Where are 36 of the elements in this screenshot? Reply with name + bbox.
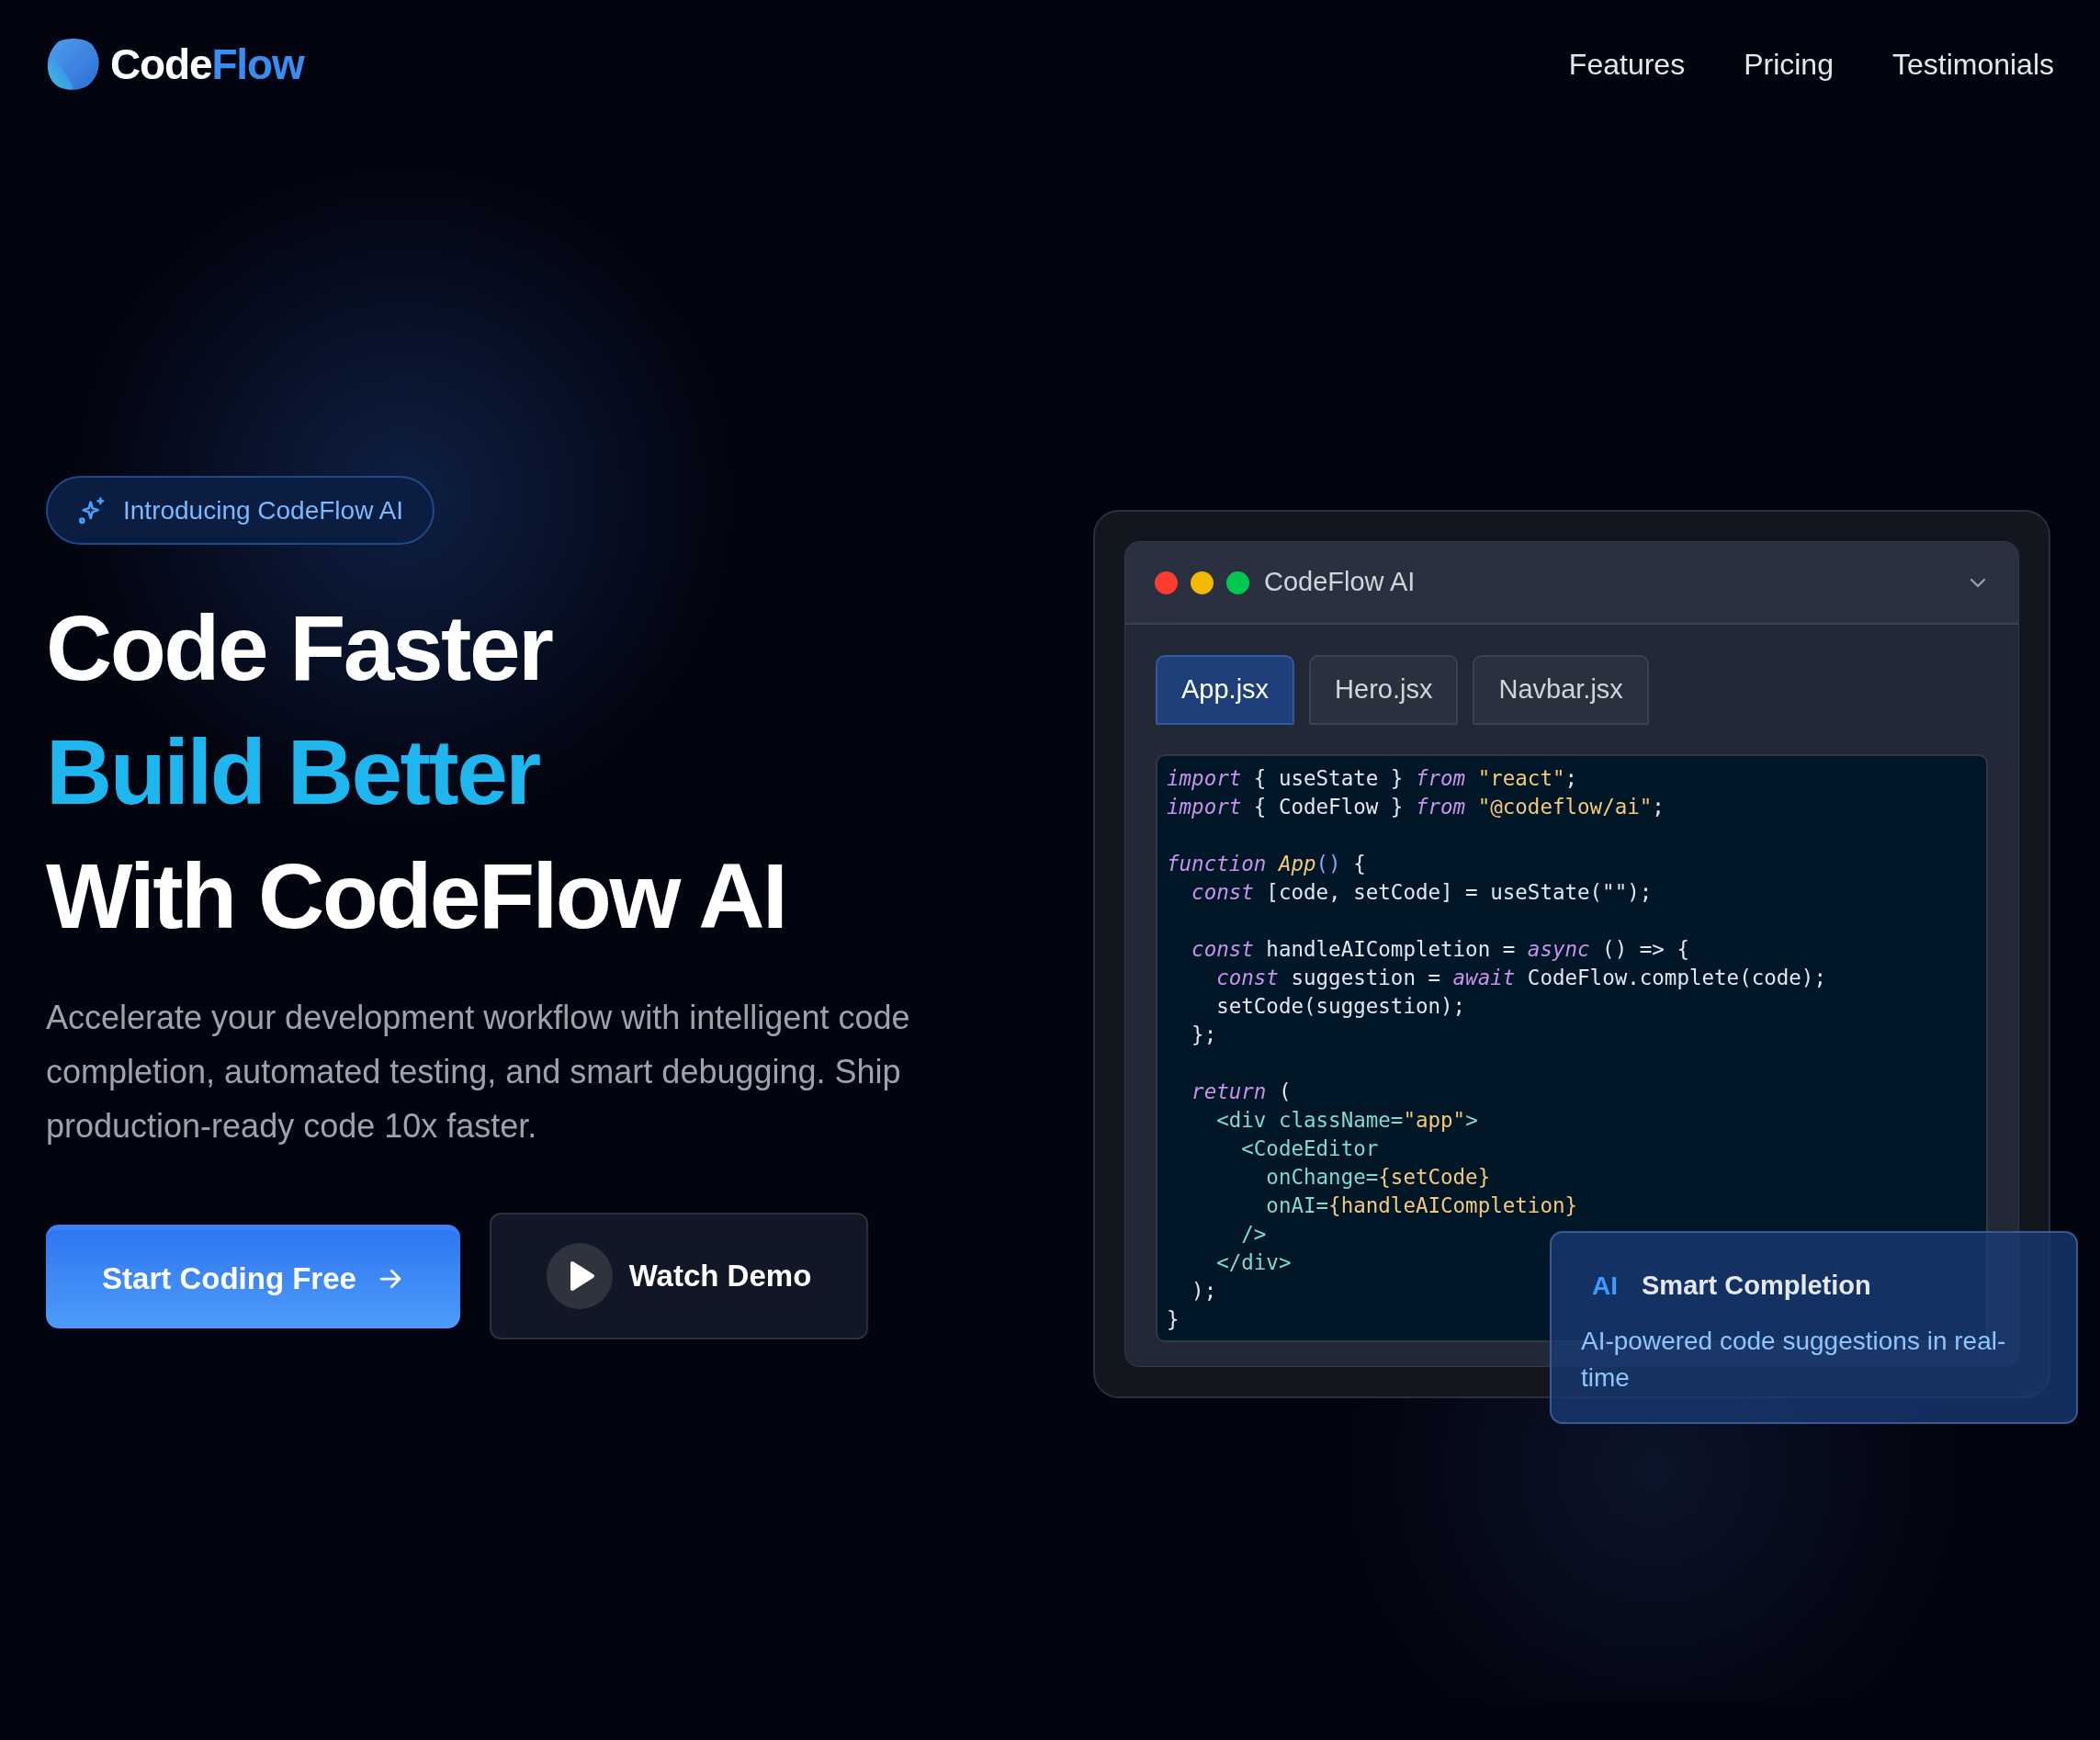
nav-link[interactable]: Features xyxy=(1568,42,1686,86)
ai-label: AI xyxy=(1592,1270,1618,1302)
code-line: }; xyxy=(1191,1022,1217,1048)
hero-description: Accelerate your development workflow with intelligent code completion, automated testing, and smart debugging. Ship production-ready code 10x faster. xyxy=(46,998,911,1147)
sparkle-icon xyxy=(77,495,107,525)
code-line: } xyxy=(1167,1306,1180,1333)
code-line: onChange={setCode} xyxy=(1265,1164,1491,1191)
code-line: function App() { xyxy=(1167,851,1366,877)
nav-link[interactable]: Testimonials xyxy=(1891,42,2054,86)
code-line: const suggestion = await CodeFlow.complete(code); xyxy=(1215,965,1826,991)
code-line: </div> xyxy=(1215,1249,1292,1276)
feature-description: AI-powered code suggestions in real-time xyxy=(1581,1325,2007,1394)
file-tab[interactable]: Hero.jsx xyxy=(1309,655,1459,725)
code-line: ); xyxy=(1191,1278,1217,1305)
code-line: setCode(suggestion); xyxy=(1215,993,1466,1020)
headline-line: Build Better xyxy=(46,719,539,825)
code-line: const handleAICompletion = async () => { xyxy=(1191,936,1689,963)
code-line: return ( xyxy=(1191,1079,1292,1105)
headline-line: With CodeFlow AI xyxy=(46,843,786,949)
code-line: import { useState } from "react"; xyxy=(1167,765,1578,792)
code-line: import { CodeFlow } from "@codeflow/ai"; xyxy=(1167,794,1665,820)
headline-line: Code Faster xyxy=(46,595,552,701)
code-line: /> xyxy=(1240,1221,1267,1248)
file-tab[interactable]: App.jsx xyxy=(1156,655,1295,725)
brand-name[interactable]: CodeFlow xyxy=(110,32,304,96)
watch-demo-button[interactable]: Watch Demo xyxy=(490,1213,868,1339)
window-title: CodeFlow AI xyxy=(1264,566,1416,599)
play-icon xyxy=(546,1243,613,1309)
feature-title: Smart Completion xyxy=(1642,1270,1871,1302)
file-tab[interactable]: Navbar.jsx xyxy=(1473,655,1649,725)
nav-link[interactable]: Pricing xyxy=(1744,42,1834,86)
code-line: onAI={handleAICompletion} xyxy=(1265,1192,1578,1219)
code-line: <div className="app"> xyxy=(1215,1107,1478,1134)
code-line: const [code, setCode] = useState(""); xyxy=(1191,879,1653,906)
announcement-badge: Introducing CodeFlow AI xyxy=(46,476,435,545)
code-line: <CodeEditor xyxy=(1240,1136,1379,1162)
